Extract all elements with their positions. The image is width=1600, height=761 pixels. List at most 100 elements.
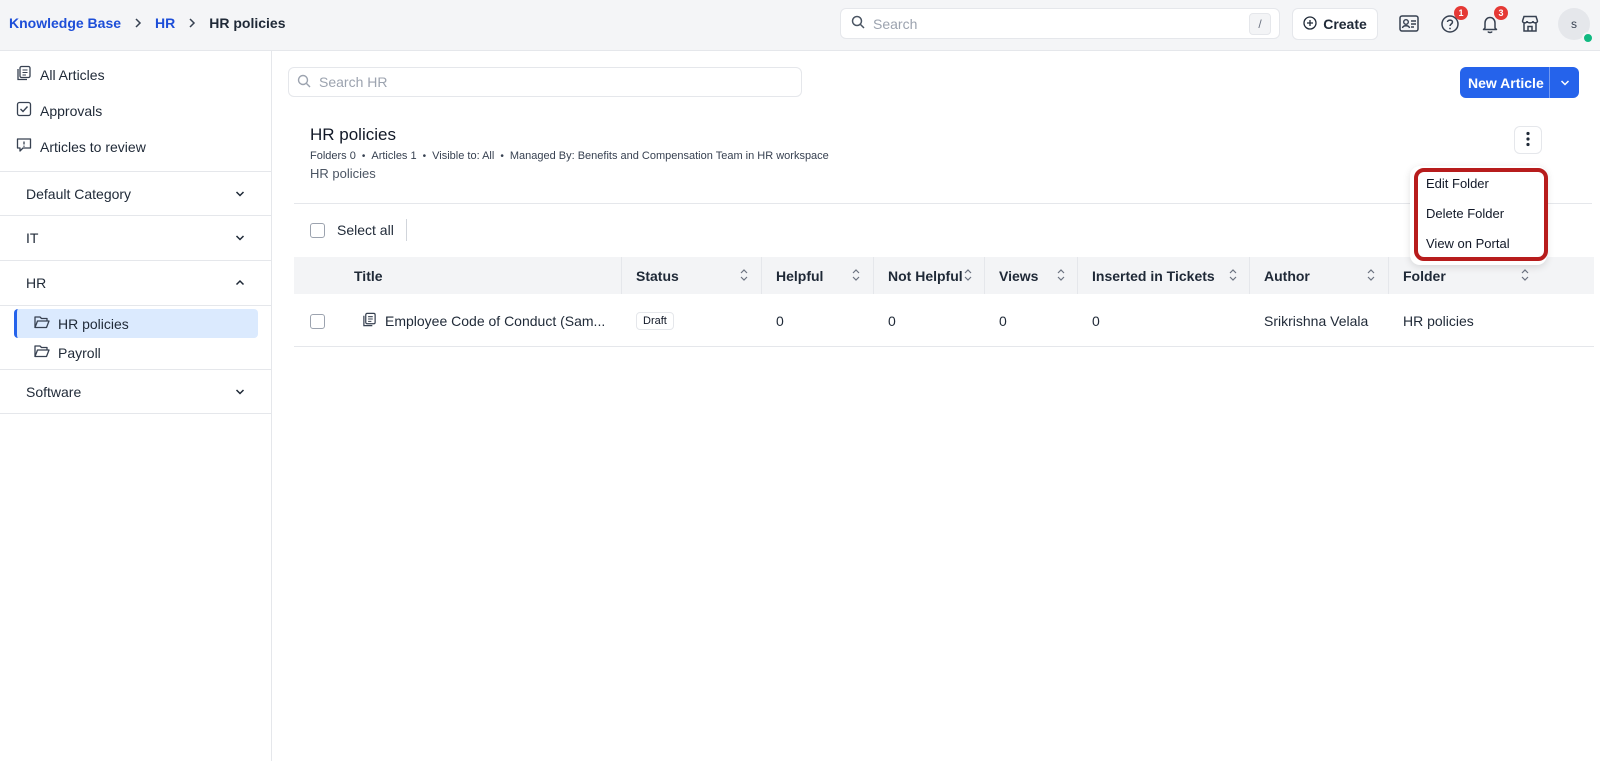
sidebar-item-approvals[interactable]: Approvals — [16, 101, 102, 120]
folder-label: HR policies — [58, 315, 129, 332]
bullet-icon: • — [422, 150, 427, 162]
folder-search[interactable] — [288, 67, 802, 97]
sort-icon[interactable] — [1366, 267, 1376, 283]
chevron-right-icon — [187, 18, 197, 28]
bell-icon[interactable]: 3 — [1478, 6, 1508, 36]
category-label: Default Category — [26, 185, 132, 202]
column-header-title[interactable]: Title — [354, 257, 383, 294]
column-divider — [621, 257, 622, 294]
table-row[interactable]: Employee Code of Conduct (Sam... Draft 0… — [294, 295, 1594, 347]
search-icon — [851, 15, 865, 32]
sidebar-item-label: Approvals — [40, 102, 103, 119]
chevron-right-icon — [133, 18, 143, 28]
sort-icon[interactable] — [1520, 267, 1530, 283]
sort-icon[interactable] — [1056, 267, 1066, 283]
chevron-down-icon — [235, 230, 245, 246]
create-label: Create — [1323, 16, 1367, 32]
row-inserted-cell: 0 — [1092, 313, 1100, 329]
column-header-author[interactable]: Author — [1264, 257, 1310, 294]
search-shortcut-key: / — [1249, 13, 1271, 35]
new-article-label: New Article — [1468, 74, 1544, 91]
status-badge: Draft — [636, 312, 674, 330]
sidebar: All Articles Approvals Articles to revie… — [0, 50, 272, 761]
column-divider — [1388, 257, 1389, 294]
meta-visibility: Visible to: All — [432, 150, 495, 162]
divider — [406, 219, 407, 241]
more-options-button[interactable] — [1514, 126, 1542, 154]
breadcrumb-current: HR policies — [209, 15, 286, 31]
sidebar-folder-payroll[interactable]: Payroll — [14, 338, 258, 367]
sidebar-item-label: All Articles — [40, 66, 105, 83]
column-divider — [984, 257, 985, 294]
table-header: Title Status Helpful Not Helpful Views I… — [294, 257, 1594, 294]
row-status-cell: Draft — [636, 295, 674, 347]
column-header-inserted-in-tickets[interactable]: Inserted in Tickets — [1092, 257, 1215, 294]
chevron-down-icon[interactable] — [1549, 67, 1579, 98]
folder-label: Payroll — [58, 344, 101, 361]
avatar[interactable]: s — [1558, 8, 1594, 44]
global-search-input[interactable] — [873, 15, 1233, 32]
kebab-icon — [1526, 131, 1530, 150]
sort-icon[interactable] — [851, 267, 861, 283]
row-folder-cell[interactable]: HR policies — [1403, 295, 1474, 347]
bullet-icon: • — [361, 150, 366, 162]
sidebar-category-software[interactable]: Software — [0, 369, 271, 414]
column-header-views[interactable]: Views — [999, 257, 1038, 294]
category-label: IT — [26, 230, 39, 246]
breadcrumb-hr[interactable]: HR — [155, 15, 175, 31]
sidebar-item-all-articles[interactable]: All Articles — [16, 65, 105, 84]
meta-folders: Folders 0 — [310, 150, 356, 162]
bullet-icon: • — [500, 150, 504, 162]
column-divider — [873, 257, 874, 294]
category-label: HR — [26, 275, 47, 291]
chevron-down-icon — [235, 186, 245, 202]
sidebar-folder-hr-policies[interactable]: HR policies — [14, 309, 258, 338]
sidebar-category-hr[interactable]: HR — [0, 261, 271, 306]
column-divider — [1249, 257, 1250, 294]
chevron-up-icon — [235, 275, 245, 291]
help-icon[interactable]: 1 — [1438, 6, 1468, 36]
page-title: HR policies — [310, 125, 396, 144]
create-button[interactable]: Create — [1292, 8, 1378, 40]
menu-item-view-on-portal[interactable]: View on Portal — [1426, 236, 1510, 251]
global-search[interactable]: / — [840, 8, 1280, 39]
folder-meta: Folders 0 • Articles 1 • Visible to: All… — [310, 150, 829, 162]
folder-search-input[interactable] — [319, 74, 779, 90]
select-all[interactable]: Select all — [310, 222, 394, 238]
top-header: Knowledge Base HR HR policies / Create 1… — [0, 0, 1600, 50]
sidebar-category-default[interactable]: Default Category — [0, 171, 271, 216]
folder-open-icon — [34, 315, 50, 332]
sidebar-category-it[interactable]: IT — [0, 216, 271, 261]
column-header-helpful[interactable]: Helpful — [776, 257, 823, 294]
breadcrumb: Knowledge Base HR HR policies — [9, 15, 286, 31]
breadcrumb-knowledge-base[interactable]: Knowledge Base — [9, 15, 121, 31]
menu-item-delete-folder[interactable]: Delete Folder — [1426, 206, 1504, 221]
contacts-icon[interactable] — [1398, 12, 1422, 36]
row-author-cell: Srikrishna Velala — [1264, 313, 1369, 329]
column-header-status[interactable]: Status — [636, 257, 679, 294]
row-checkbox[interactable] — [310, 313, 325, 329]
meta-articles: Articles 1 — [371, 150, 417, 162]
sort-icon[interactable] — [1228, 267, 1238, 283]
sort-icon[interactable] — [963, 267, 973, 283]
article-title-link[interactable]: Employee Code of Conduct (Sam... — [385, 313, 605, 329]
row-title-cell[interactable]: Employee Code of Conduct (Sam... — [362, 295, 605, 347]
articles-icon — [16, 65, 32, 84]
column-divider — [761, 257, 762, 294]
row-views-cell: 0 — [999, 313, 1007, 329]
main-content: New Article HR policies Folders 0 • Arti… — [272, 50, 1600, 761]
sidebar-item-articles-to-review[interactable]: Articles to review — [16, 137, 146, 156]
category-label: Software — [26, 383, 82, 400]
column-header-not-helpful[interactable]: Not Helpful — [888, 257, 963, 294]
divider — [294, 203, 1592, 204]
select-all-checkbox[interactable] — [310, 222, 325, 238]
menu-item-edit-folder[interactable]: Edit Folder — [1426, 176, 1489, 191]
online-status-dot — [1582, 32, 1594, 44]
avatar-initial: s — [1571, 17, 1577, 31]
store-icon[interactable] — [1518, 12, 1542, 36]
column-divider — [1077, 257, 1078, 294]
new-article-button[interactable]: New Article — [1460, 67, 1579, 98]
folder-description: HR policies — [310, 166, 376, 181]
folder-open-icon — [34, 344, 50, 361]
sort-icon[interactable] — [739, 267, 749, 283]
